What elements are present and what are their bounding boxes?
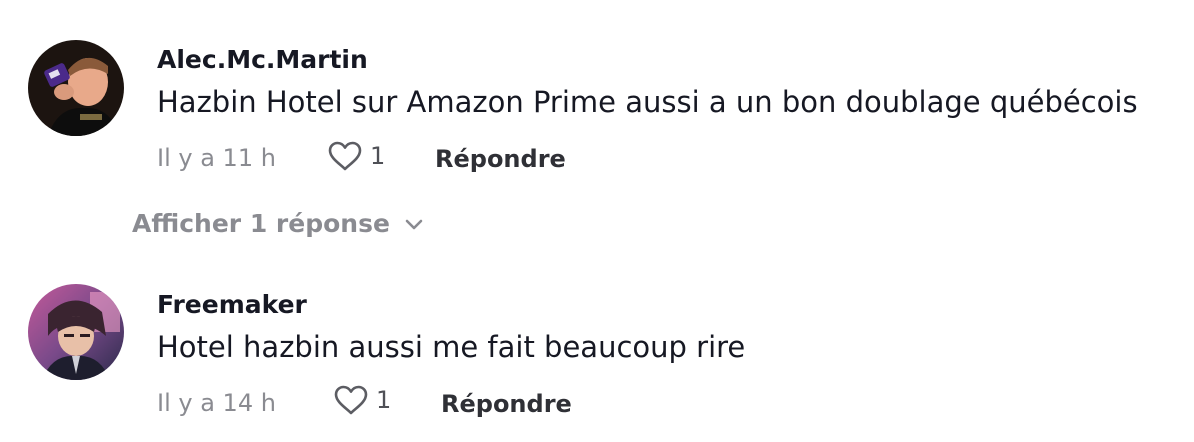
like-button[interactable]: 1 (334, 385, 391, 415)
like-count: 1 (370, 142, 386, 170)
view-replies-button[interactable]: Afficher 1 réponse (132, 209, 424, 238)
avatar-image (28, 284, 124, 380)
heart-outline-icon (328, 141, 362, 171)
reply-button[interactable]: Répondre (435, 145, 566, 173)
heart-outline-icon (334, 385, 368, 415)
chevron-down-icon (405, 219, 423, 229)
view-replies-label: Afficher 1 réponse (132, 209, 390, 238)
comment-timestamp: Il y a 14 h (157, 389, 276, 417)
avatar[interactable] (28, 40, 124, 136)
comment-username[interactable]: Alec.Mc.Martin (157, 45, 368, 74)
comment-item: Freemaker Hotel hazbin aussi me fait bea… (0, 270, 1194, 442)
comment-text: Hotel hazbin aussi me fait beaucoup rire (157, 330, 746, 364)
avatar[interactable] (28, 284, 124, 380)
comment-timestamp: Il y a 11 h (157, 144, 276, 172)
avatar-image (28, 40, 124, 136)
reply-button[interactable]: Répondre (441, 390, 572, 418)
like-count: 1 (376, 386, 392, 414)
comment-username[interactable]: Freemaker (157, 290, 307, 319)
like-button[interactable]: 1 (328, 141, 385, 171)
comment-text: Hazbin Hotel sur Amazon Prime aussi a un… (157, 85, 1138, 119)
comment-item: Alec.Mc.Martin Hazbin Hotel sur Amazon P… (0, 0, 1194, 200)
